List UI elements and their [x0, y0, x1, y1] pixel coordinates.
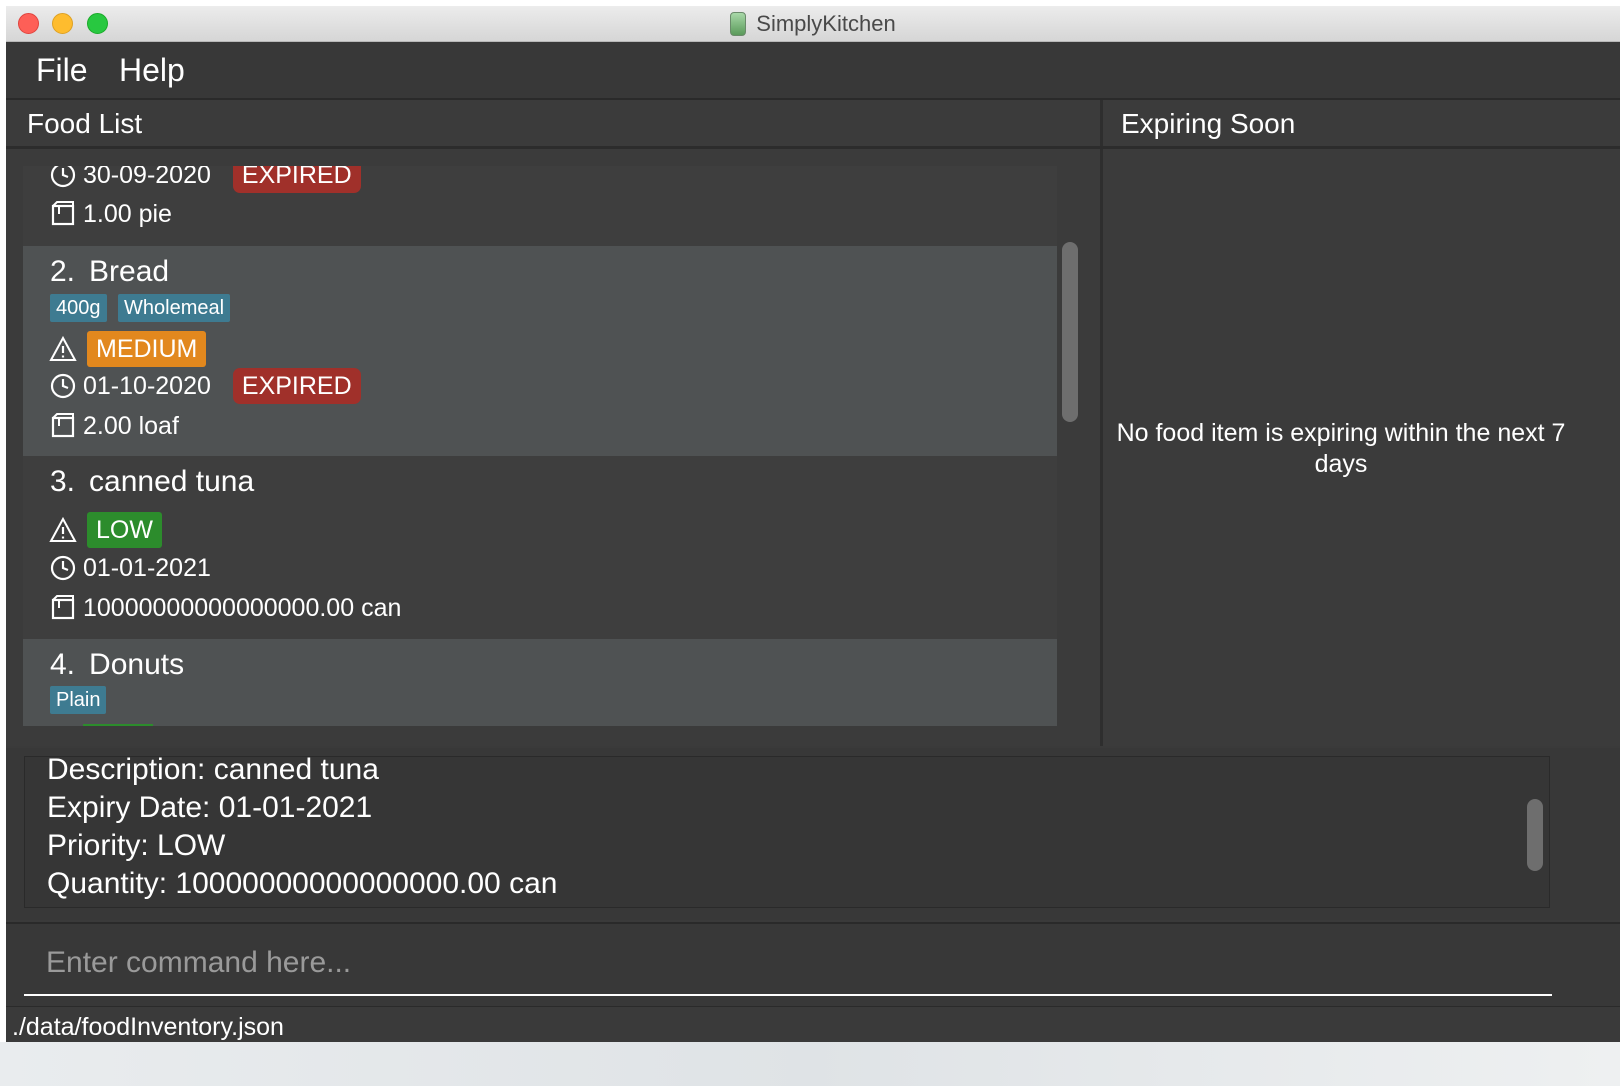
list-item[interactable]: 30-09-2020 EXPIRED 1.00 pie — [23, 166, 1057, 246]
expiring-soon-header: Expiring Soon — [1121, 108, 1296, 139]
tag: Plain — [50, 686, 107, 714]
result-display: Description: canned tuna Expiry Date: 01… — [24, 753, 1550, 908]
tag: 400g — [50, 294, 107, 322]
list-item[interactable]: 3. canned tuna LOW 01-01-2021 1000000000… — [23, 456, 1057, 639]
app-window: SimplyKitchen File Help Food List Expiri… — [6, 6, 1620, 1086]
food-name: 3. canned tuna — [50, 465, 254, 499]
result-description: Description: canned tuna — [47, 753, 379, 786]
food-name: 4. Donuts — [50, 648, 184, 682]
expiring-empty-message: No food item is expiring within the next… — [1116, 419, 1566, 478]
warning-icon — [49, 335, 77, 361]
quantity: 10000000000000000.00 can — [83, 593, 402, 622]
tag: Wholemeal — [118, 294, 231, 322]
result-display-area: Description: canned tuna Expiry Date: 01… — [6, 748, 1620, 920]
clock-icon — [50, 166, 76, 188]
header-divider — [6, 146, 1620, 149]
item-name: Bread — [89, 255, 170, 288]
quantity-row: 10000000000000000.00 can — [49, 591, 401, 625]
priority-row: MEDIUM — [49, 331, 207, 367]
box-icon — [51, 201, 75, 226]
item-index: 4. — [50, 648, 76, 681]
food-name: 2. Bread — [50, 255, 169, 289]
expiry-row: 30-09-2020 EXPIRED — [49, 166, 361, 193]
menu-help[interactable]: Help — [119, 52, 185, 89]
expired-badge: EXPIRED — [232, 166, 361, 193]
command-input[interactable] — [24, 932, 1552, 996]
window-title: SimplyKitchen — [756, 10, 896, 36]
app-icon — [730, 11, 747, 36]
menu-bar: File Help — [6, 42, 1620, 100]
expiry-date: 01-01-2021 — [83, 553, 211, 582]
priority-row: LOW — [49, 512, 162, 548]
priority-badge-partial — [83, 724, 153, 726]
result-priority: Priority: LOW — [47, 829, 226, 862]
list-item[interactable]: 2. Bread 400g Wholemeal MEDIUM 01-10-2020… — [23, 246, 1057, 456]
food-list-header: Food List — [27, 108, 143, 139]
item-name: canned tuna — [89, 465, 255, 498]
result-expiry: Expiry Date: 01-01-2021 — [47, 791, 373, 824]
expired-badge: EXPIRED — [232, 368, 361, 404]
box-icon — [51, 413, 75, 438]
quantity-row: 1.00 pie — [49, 197, 172, 231]
quantity: 1.00 pie — [83, 199, 172, 228]
expiry-row: 01-10-2020 EXPIRED — [49, 368, 361, 404]
menu-file[interactable]: File — [36, 52, 88, 89]
item-name: Donuts — [89, 648, 185, 681]
food-list[interactable]: 30-09-2020 EXPIRED 1.00 pie 2. Bread 400g… — [23, 166, 1057, 726]
desktop-background — [0, 1042, 1620, 1086]
command-area — [6, 922, 1620, 1008]
data-file-path: ./data/foodInventory.json — [12, 1013, 284, 1041]
warning-icon — [49, 516, 77, 542]
expiry-date: 30-09-2020 — [83, 166, 211, 189]
clock-icon — [50, 555, 76, 581]
quantity-row: 2.00 loaf — [49, 409, 179, 443]
result-quantity: Quantity: 10000000000000000.00 can — [47, 867, 558, 900]
list-item[interactable]: 4. Donuts Plain — [23, 639, 1057, 726]
priority-badge: LOW — [87, 512, 162, 548]
food-list-scrollbar[interactable] — [1062, 242, 1078, 422]
clock-icon — [50, 373, 76, 399]
expiry-row: 01-01-2021 — [49, 551, 211, 585]
title-bar: SimplyKitchen — [6, 6, 1620, 42]
item-index: 2. — [50, 255, 76, 288]
expiry-date: 01-10-2020 — [83, 371, 211, 400]
item-index: 3. — [50, 465, 76, 498]
box-icon — [51, 595, 75, 620]
quantity: 2.00 loaf — [83, 411, 179, 440]
result-scrollbar[interactable] — [1527, 799, 1543, 871]
priority-badge: MEDIUM — [87, 331, 207, 367]
